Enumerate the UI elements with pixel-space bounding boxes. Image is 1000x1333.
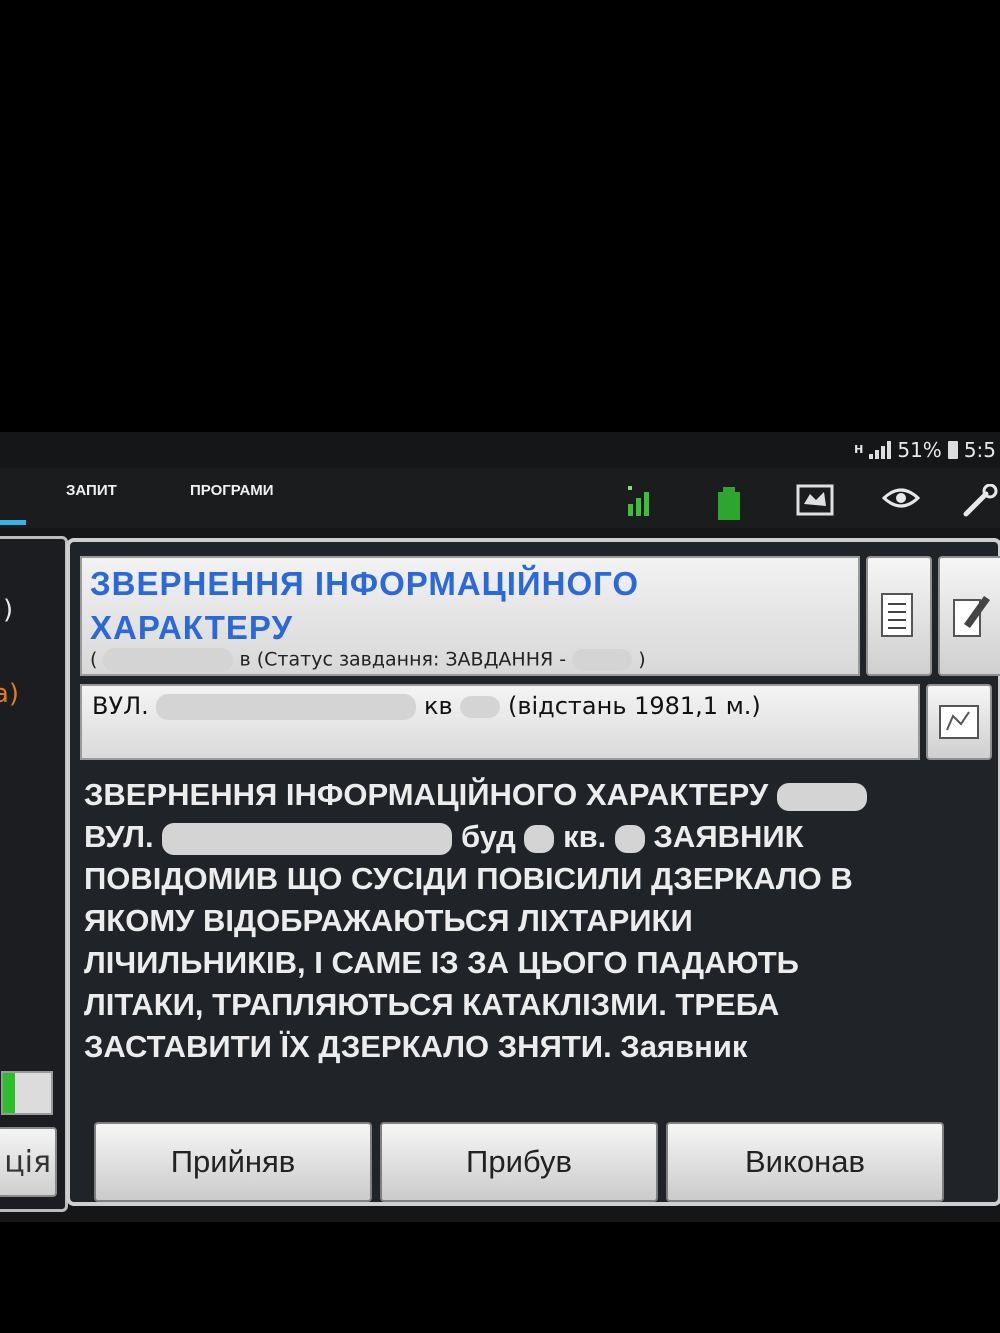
list-icon — [881, 593, 913, 637]
desc-line-5: ЛІЧИЛЬНИКІВ, І САМЕ ІЗ ЗА ЦЬОГО ПАДАЮТЬ — [84, 945, 799, 980]
action-bar: ЗАПИТ ПРОГРАМИ — [0, 468, 1000, 528]
status-bar: H 51% 5:5 — [816, 432, 1000, 468]
clock: 5:5 — [963, 438, 996, 462]
map-location-button[interactable] — [926, 684, 992, 760]
task-status: ( в (Статус завдання: ЗАВДАННЯ - ) — [90, 648, 850, 672]
battery-icon — [947, 441, 958, 459]
edit-note-icon — [953, 596, 990, 637]
desc-line-4: ЯКОМУ ВІДОБРАЖАЮТЬСЯ ЛІХТАРИКИ — [84, 903, 693, 938]
desc-line-3: ПОВІДОМИВ ЩО СУСІДИ ПОВІСИЛИ ДЗЕРКАЛО В — [84, 861, 853, 896]
action-buttons: Прийняв Прибув Виконав — [94, 1122, 944, 1202]
address-field[interactable]: ВУЛ. кв (відстань 1981,1 м.) — [80, 684, 920, 760]
map-icon[interactable] — [796, 484, 834, 516]
address-distance: (відстань 1981,1 м.) — [507, 692, 761, 720]
eye-icon[interactable] — [882, 484, 920, 512]
wrench-icon[interactable] — [960, 484, 1000, 518]
arrived-button[interactable]: Прибув — [380, 1122, 658, 1202]
desc-line-6: ЛІТАКИ, ТРАПЛЯЮТЬСЯ КАТАКЛІЗМИ. ТРЕБА — [84, 987, 780, 1022]
map-location-icon — [939, 705, 979, 739]
desc-line-1: ЗВЕРНЕННЯ ІНФОРМАЦІЙНОГО ХАРАКТЕРУ — [84, 777, 769, 812]
redacted-desc-3 — [524, 824, 555, 853]
done-button[interactable]: Виконав — [666, 1122, 944, 1202]
signal-strength-icon[interactable] — [624, 484, 658, 518]
network-type-label: H — [854, 443, 864, 456]
task-list-button[interactable] — [866, 556, 932, 676]
left-action-button[interactable]: ція — [0, 1127, 57, 1197]
redacted-status — [572, 649, 633, 671]
redacted-street — [156, 694, 417, 720]
redacted-desc-4 — [614, 824, 645, 853]
tab-request[interactable]: ЗАПИТ — [66, 482, 117, 499]
desc-line-2b: буд — [460, 819, 516, 854]
left-progress-bar — [1, 1071, 53, 1115]
task-header[interactable]: ЗВЕРНЕННЯ ІНФОРМАЦІЙНОГО ХАРАКТЕРУ ( в (… — [80, 556, 860, 676]
left-progress-fill — [3, 1073, 15, 1113]
left-fragment-2: a) — [0, 679, 20, 709]
task-status-text: в (Статус завдання: ЗАВДАННЯ - — [239, 648, 567, 671]
redacted-apt — [460, 696, 501, 718]
cell-signal-icon — [869, 441, 892, 459]
left-action-button-label: ція — [4, 1144, 51, 1180]
battery-percent: 51% — [897, 438, 942, 462]
left-fragment-1: ) — [3, 595, 14, 625]
redacted-task-id — [103, 648, 234, 672]
battery-block-icon[interactable] — [716, 484, 744, 522]
desc-line-7: ЗАСТАВИТИ ЇХ ДЗЕРКАЛО ЗНЯТИ. Заявник — [84, 1029, 748, 1064]
task-description: ЗВЕРНЕННЯ ІНФОРМАЦІЙНОГО ХАРАКТЕРУ ВУЛ. … — [84, 774, 984, 1074]
task-panel: ЗВЕРНЕННЯ ІНФОРМАЦІЙНОГО ХАРАКТЕРУ ( в (… — [66, 538, 1000, 1206]
task-status-suffix: ) — [638, 648, 646, 671]
accepted-button[interactable]: Прийняв — [94, 1122, 372, 1202]
device-screen: H 51% 5:5 ЗАПИТ ПРОГРАМИ ) a) ція ЗВЕРНЕ… — [0, 432, 1000, 1222]
address-street-label: ВУЛ. — [92, 692, 149, 720]
desc-line-2a: ВУЛ. — [84, 819, 154, 854]
address-apt-label: кв — [424, 692, 453, 720]
tab-indicator — [0, 520, 26, 525]
desc-line-2d: ЗАЯВНИК — [653, 819, 804, 854]
redacted-desc-2 — [162, 822, 453, 855]
redacted-desc-line — [84, 1072, 984, 1074]
task-title: ЗВЕРНЕННЯ ІНФОРМАЦІЙНОГО ХАРАКТЕРУ — [90, 565, 640, 646]
edit-note-button[interactable] — [938, 556, 1000, 676]
task-status-prefix: ( — [90, 648, 98, 671]
redacted-desc-1 — [776, 782, 867, 811]
tab-programs[interactable]: ПРОГРАМИ — [190, 482, 274, 499]
desc-line-2c: кв. — [563, 819, 607, 854]
left-panel: ) a) ція — [0, 536, 68, 1212]
